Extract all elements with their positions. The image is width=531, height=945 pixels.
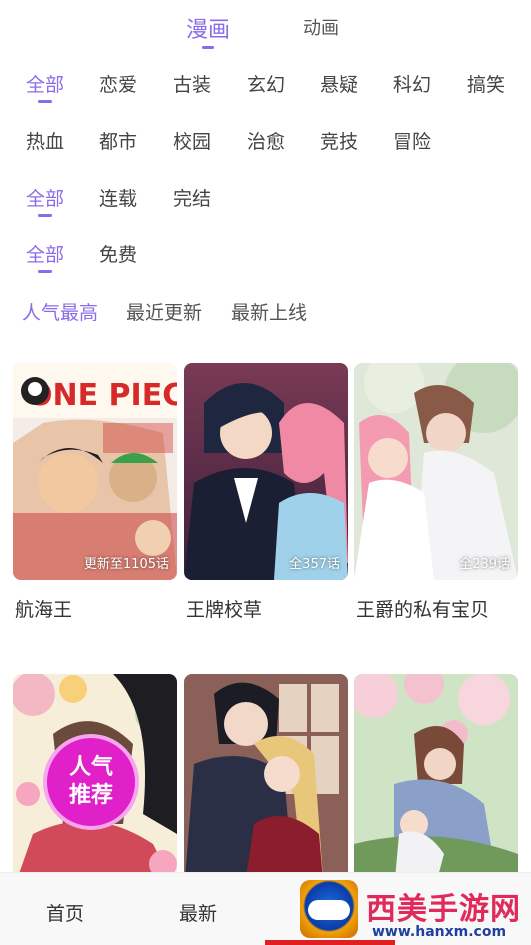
gamepad-icon — [308, 900, 350, 920]
popular-recommend-badge: 人气 推荐 — [43, 734, 139, 830]
genre-chip-romance[interactable]: 恋爱 — [99, 70, 137, 97]
tab-manhua-label: 漫画 — [186, 18, 231, 43]
comic-cover: 全239话 — [354, 363, 518, 580]
sort-newest[interactable]: 最新上线 — [231, 298, 307, 325]
price-chip-all[interactable]: 全部 — [26, 240, 65, 273]
genre-chip-ancient[interactable]: 古装 — [173, 70, 211, 97]
status-chip-label: 全部 — [26, 188, 65, 210]
price-filter-row: 全部 免费 — [0, 240, 531, 280]
badge-line-2: 推荐 — [68, 783, 113, 808]
price-chip-label: 全部 — [26, 244, 65, 266]
genre-chip-fantasy[interactable]: 玄幻 — [247, 70, 285, 97]
active-filter-indicator — [38, 270, 52, 273]
gamepad-logo-icon — [300, 880, 358, 938]
status-chip-all[interactable]: 全部 — [26, 184, 65, 217]
svg-text:ONE PIECE: ONE PIECE — [27, 378, 177, 413]
sort-recent-update[interactable]: 最近更新 — [126, 298, 202, 325]
sort-row: 人气最高 最近更新 最新上线 — [0, 298, 531, 328]
genre-chip-all[interactable]: 全部 — [26, 70, 65, 103]
genre-filter-row-2: 热血 都市 校园 治愈 竞技 冒险 — [0, 127, 531, 167]
genre-chip-comedy[interactable]: 搞笑 — [467, 70, 505, 97]
genre-chip-healing[interactable]: 治愈 — [247, 127, 285, 154]
genre-filter-row-1: 全部 恋爱 古装 玄幻 悬疑 科幻 搞笑 — [0, 70, 531, 110]
watermark-url: www.hanxm.com — [372, 924, 507, 940]
episode-count: 全239话 — [459, 557, 510, 572]
genre-chip-sports[interactable]: 竞技 — [320, 127, 358, 154]
comic-title: 航海王 — [15, 599, 73, 621]
genre-chip-urban[interactable]: 都市 — [99, 127, 137, 154]
price-chip-free[interactable]: 免费 — [99, 240, 137, 267]
comic-title: 王牌校草 — [186, 599, 263, 621]
tab-donghua[interactable]: 动画 — [303, 14, 339, 40]
status-chip-completed[interactable]: 完结 — [173, 184, 211, 211]
genre-chip-campus[interactable]: 校园 — [173, 127, 211, 154]
comic-cover — [184, 674, 348, 891]
episode-count: 全357话 — [289, 557, 340, 572]
nav-latest[interactable]: 最新 — [179, 899, 217, 926]
tab-manhua[interactable]: 漫画 — [186, 12, 231, 49]
genre-chip-scifi[interactable]: 科幻 — [393, 70, 431, 97]
nav-home[interactable]: 首页 — [46, 899, 84, 926]
episode-count: 更新至1105话 — [83, 557, 169, 572]
genre-chip-adventure[interactable]: 冒险 — [393, 127, 431, 154]
badge-line-1: 人气 — [68, 755, 113, 780]
status-filter-row: 全部 连载 完结 — [0, 184, 531, 224]
active-tab-indicator — [202, 46, 214, 49]
comic-cover — [354, 674, 518, 891]
comic-title: 王爵的私有宝贝 — [356, 599, 490, 621]
status-chip-ongoing[interactable]: 连载 — [99, 184, 137, 211]
watermark-text: 西美手游网 — [366, 892, 521, 927]
genre-chip-action[interactable]: 热血 — [26, 127, 64, 154]
genre-chip-label: 全部 — [26, 74, 65, 96]
watermark: 西美手游网 www.hanxm.com — [300, 880, 531, 945]
top-tab-bar: 漫画 动画 — [0, 0, 531, 60]
active-filter-indicator — [38, 214, 52, 217]
comic-cover: 人气 推荐 — [13, 674, 177, 891]
comic-cover: ONE PIECE 更新至1105话 — [13, 363, 177, 580]
tab-donghua-label: 动画 — [303, 18, 339, 39]
comic-cover: 全357话 — [184, 363, 348, 580]
genre-chip-mystery[interactable]: 悬疑 — [320, 70, 358, 97]
sort-popular[interactable]: 人气最高 — [22, 298, 98, 325]
active-filter-indicator — [38, 100, 52, 103]
